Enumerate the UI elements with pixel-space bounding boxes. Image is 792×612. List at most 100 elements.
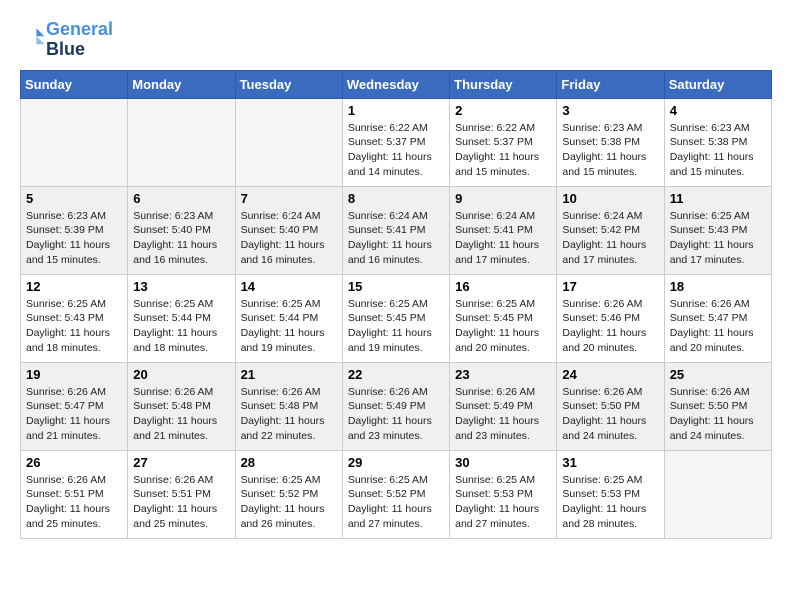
day-info: Sunrise: 6:26 AMSunset: 5:49 PMDaylight:… — [348, 385, 444, 444]
day-number: 10 — [562, 191, 658, 206]
calendar-day-cell: 15 Sunrise: 6:25 AMSunset: 5:45 PMDayligh… — [342, 274, 449, 362]
calendar-day-cell: 30 Sunrise: 6:25 AMSunset: 5:53 PMDayligh… — [450, 450, 557, 538]
day-info: Sunrise: 6:24 AMSunset: 5:40 PMDaylight:… — [241, 209, 337, 268]
calendar-day-cell: 26Sunrise: 6:26 AMSunset: 5:51 PMDayligh… — [21, 450, 128, 538]
day-number: 23 — [455, 367, 551, 382]
calendar-day-cell: 9 Sunrise: 6:24 AMSunset: 5:41 PMDaylight… — [450, 186, 557, 274]
day-info: Sunrise: 6:26 AMSunset: 5:51 PMDaylight:… — [133, 473, 229, 532]
day-info: Sunrise: 6:22 AMSunset: 5:37 PMDaylight:… — [348, 121, 444, 180]
day-number: 11 — [670, 191, 766, 206]
day-info: Sunrise: 6:26 AMSunset: 5:48 PMDaylight:… — [133, 385, 229, 444]
day-of-week-header: Sunday — [21, 70, 128, 98]
calendar-day-cell: 28 Sunrise: 6:25 AMSunset: 5:52 PMDayligh… — [235, 450, 342, 538]
day-number: 22 — [348, 367, 444, 382]
day-number: 16 — [455, 279, 551, 294]
day-info: Sunrise: 6:24 AMSunset: 5:41 PMDaylight:… — [348, 209, 444, 268]
day-info: Sunrise: 6:24 AMSunset: 5:42 PMDaylight:… — [562, 209, 658, 268]
logo-icon — [22, 25, 46, 49]
calendar-day-cell — [21, 98, 128, 186]
calendar-day-cell: 5 Sunrise: 6:23 AMSunset: 5:39 PMDaylight… — [21, 186, 128, 274]
calendar-day-cell: 23 Sunrise: 6:26 AMSunset: 5:49 PMDayligh… — [450, 362, 557, 450]
day-number: 5 — [26, 191, 122, 206]
calendar-body: 1 Sunrise: 6:22 AMSunset: 5:37 PMDaylight… — [21, 98, 772, 538]
calendar-day-cell: 31Sunrise: 6:25 AMSunset: 5:53 PMDayligh… — [557, 450, 664, 538]
day-info: Sunrise: 6:24 AMSunset: 5:41 PMDaylight:… — [455, 209, 551, 268]
day-info: Sunrise: 6:23 AMSunset: 5:39 PMDaylight:… — [26, 209, 122, 268]
calendar-day-cell: 29Sunrise: 6:25 AMSunset: 5:52 PMDayligh… — [342, 450, 449, 538]
day-info: Sunrise: 6:26 AMSunset: 5:48 PMDaylight:… — [241, 385, 337, 444]
day-number: 29 — [348, 455, 444, 470]
logo: GeneralBlue — [20, 20, 113, 60]
calendar-day-cell: 1 Sunrise: 6:22 AMSunset: 5:37 PMDaylight… — [342, 98, 449, 186]
day-number: 4 — [670, 103, 766, 118]
day-number: 28 — [241, 455, 337, 470]
calendar: SundayMondayTuesdayWednesdayThursdayFrid… — [20, 70, 772, 539]
calendar-day-cell: 16Sunrise: 6:25 AMSunset: 5:45 PMDayligh… — [450, 274, 557, 362]
day-info: Sunrise: 6:26 AMSunset: 5:47 PMDaylight:… — [670, 297, 766, 356]
day-number: 31 — [562, 455, 658, 470]
day-of-week-header: Monday — [128, 70, 235, 98]
calendar-day-cell: 11 Sunrise: 6:25 AMSunset: 5:43 PMDayligh… — [664, 186, 771, 274]
day-info: Sunrise: 6:25 AMSunset: 5:45 PMDaylight:… — [348, 297, 444, 356]
calendar-day-cell: 20 Sunrise: 6:26 AMSunset: 5:48 PMDayligh… — [128, 362, 235, 450]
day-of-week-header: Friday — [557, 70, 664, 98]
day-info: Sunrise: 6:25 AMSunset: 5:43 PMDaylight:… — [670, 209, 766, 268]
day-of-week-header: Thursday — [450, 70, 557, 98]
day-number: 21 — [241, 367, 337, 382]
day-number: 25 — [670, 367, 766, 382]
day-number: 20 — [133, 367, 229, 382]
calendar-day-cell — [664, 450, 771, 538]
calendar-day-cell: 6 Sunrise: 6:23 AMSunset: 5:40 PMDaylight… — [128, 186, 235, 274]
day-number: 6 — [133, 191, 229, 206]
day-info: Sunrise: 6:26 AMSunset: 5:49 PMDaylight:… — [455, 385, 551, 444]
day-number: 17 — [562, 279, 658, 294]
day-info: Sunrise: 6:26 AMSunset: 5:51 PMDaylight:… — [26, 473, 122, 532]
day-number: 13 — [133, 279, 229, 294]
day-number: 9 — [455, 191, 551, 206]
day-number: 18 — [670, 279, 766, 294]
calendar-week-row: 12Sunrise: 6:25 AMSunset: 5:43 PMDayligh… — [21, 274, 772, 362]
calendar-day-cell: 4Sunrise: 6:23 AMSunset: 5:38 PMDaylight… — [664, 98, 771, 186]
day-of-week-header: Saturday — [664, 70, 771, 98]
day-number: 30 — [455, 455, 551, 470]
day-info: Sunrise: 6:25 AMSunset: 5:43 PMDaylight:… — [26, 297, 122, 356]
calendar-day-cell: 3Sunrise: 6:23 AMSunset: 5:38 PMDaylight… — [557, 98, 664, 186]
calendar-day-cell: 21 Sunrise: 6:26 AMSunset: 5:48 PMDayligh… — [235, 362, 342, 450]
calendar-day-cell: 18 Sunrise: 6:26 AMSunset: 5:47 PMDayligh… — [664, 274, 771, 362]
day-number: 1 — [348, 103, 444, 118]
day-info: Sunrise: 6:25 AMSunset: 5:53 PMDaylight:… — [455, 473, 551, 532]
calendar-week-row: 26Sunrise: 6:26 AMSunset: 5:51 PMDayligh… — [21, 450, 772, 538]
day-info: Sunrise: 6:25 AMSunset: 5:44 PMDaylight:… — [133, 297, 229, 356]
day-of-week-header: Tuesday — [235, 70, 342, 98]
day-number: 7 — [241, 191, 337, 206]
day-info: Sunrise: 6:26 AMSunset: 5:50 PMDaylight:… — [562, 385, 658, 444]
day-info: Sunrise: 6:26 AMSunset: 5:47 PMDaylight:… — [26, 385, 122, 444]
day-info: Sunrise: 6:23 AMSunset: 5:40 PMDaylight:… — [133, 209, 229, 268]
day-info: Sunrise: 6:25 AMSunset: 5:52 PMDaylight:… — [241, 473, 337, 532]
day-of-week-header: Wednesday — [342, 70, 449, 98]
calendar-day-cell: 27 Sunrise: 6:26 AMSunset: 5:51 PMDayligh… — [128, 450, 235, 538]
page-header: GeneralBlue — [20, 20, 772, 60]
day-info: Sunrise: 6:25 AMSunset: 5:44 PMDaylight:… — [241, 297, 337, 356]
day-number: 19 — [26, 367, 122, 382]
calendar-day-cell: 10 Sunrise: 6:24 AMSunset: 5:42 PMDayligh… — [557, 186, 664, 274]
day-number: 14 — [241, 279, 337, 294]
calendar-day-cell: 17Sunrise: 6:26 AMSunset: 5:46 PMDayligh… — [557, 274, 664, 362]
calendar-day-cell: 13 Sunrise: 6:25 AMSunset: 5:44 PMDayligh… — [128, 274, 235, 362]
logo-text: GeneralBlue — [46, 20, 113, 60]
calendar-week-row: 5 Sunrise: 6:23 AMSunset: 5:39 PMDaylight… — [21, 186, 772, 274]
calendar-day-cell: 24Sunrise: 6:26 AMSunset: 5:50 PMDayligh… — [557, 362, 664, 450]
calendar-day-cell: 8 Sunrise: 6:24 AMSunset: 5:41 PMDaylight… — [342, 186, 449, 274]
calendar-day-cell: 12Sunrise: 6:25 AMSunset: 5:43 PMDayligh… — [21, 274, 128, 362]
day-info: Sunrise: 6:23 AMSunset: 5:38 PMDaylight:… — [562, 121, 658, 180]
day-number: 15 — [348, 279, 444, 294]
day-info: Sunrise: 6:26 AMSunset: 5:50 PMDaylight:… — [670, 385, 766, 444]
calendar-week-row: 19 Sunrise: 6:26 AMSunset: 5:47 PMDayligh… — [21, 362, 772, 450]
day-number: 8 — [348, 191, 444, 206]
calendar-week-row: 1 Sunrise: 6:22 AMSunset: 5:37 PMDaylight… — [21, 98, 772, 186]
day-number: 27 — [133, 455, 229, 470]
calendar-day-cell: 7 Sunrise: 6:24 AMSunset: 5:40 PMDaylight… — [235, 186, 342, 274]
calendar-day-cell — [128, 98, 235, 186]
day-info: Sunrise: 6:22 AMSunset: 5:37 PMDaylight:… — [455, 121, 551, 180]
calendar-day-cell: 22 Sunrise: 6:26 AMSunset: 5:49 PMDayligh… — [342, 362, 449, 450]
